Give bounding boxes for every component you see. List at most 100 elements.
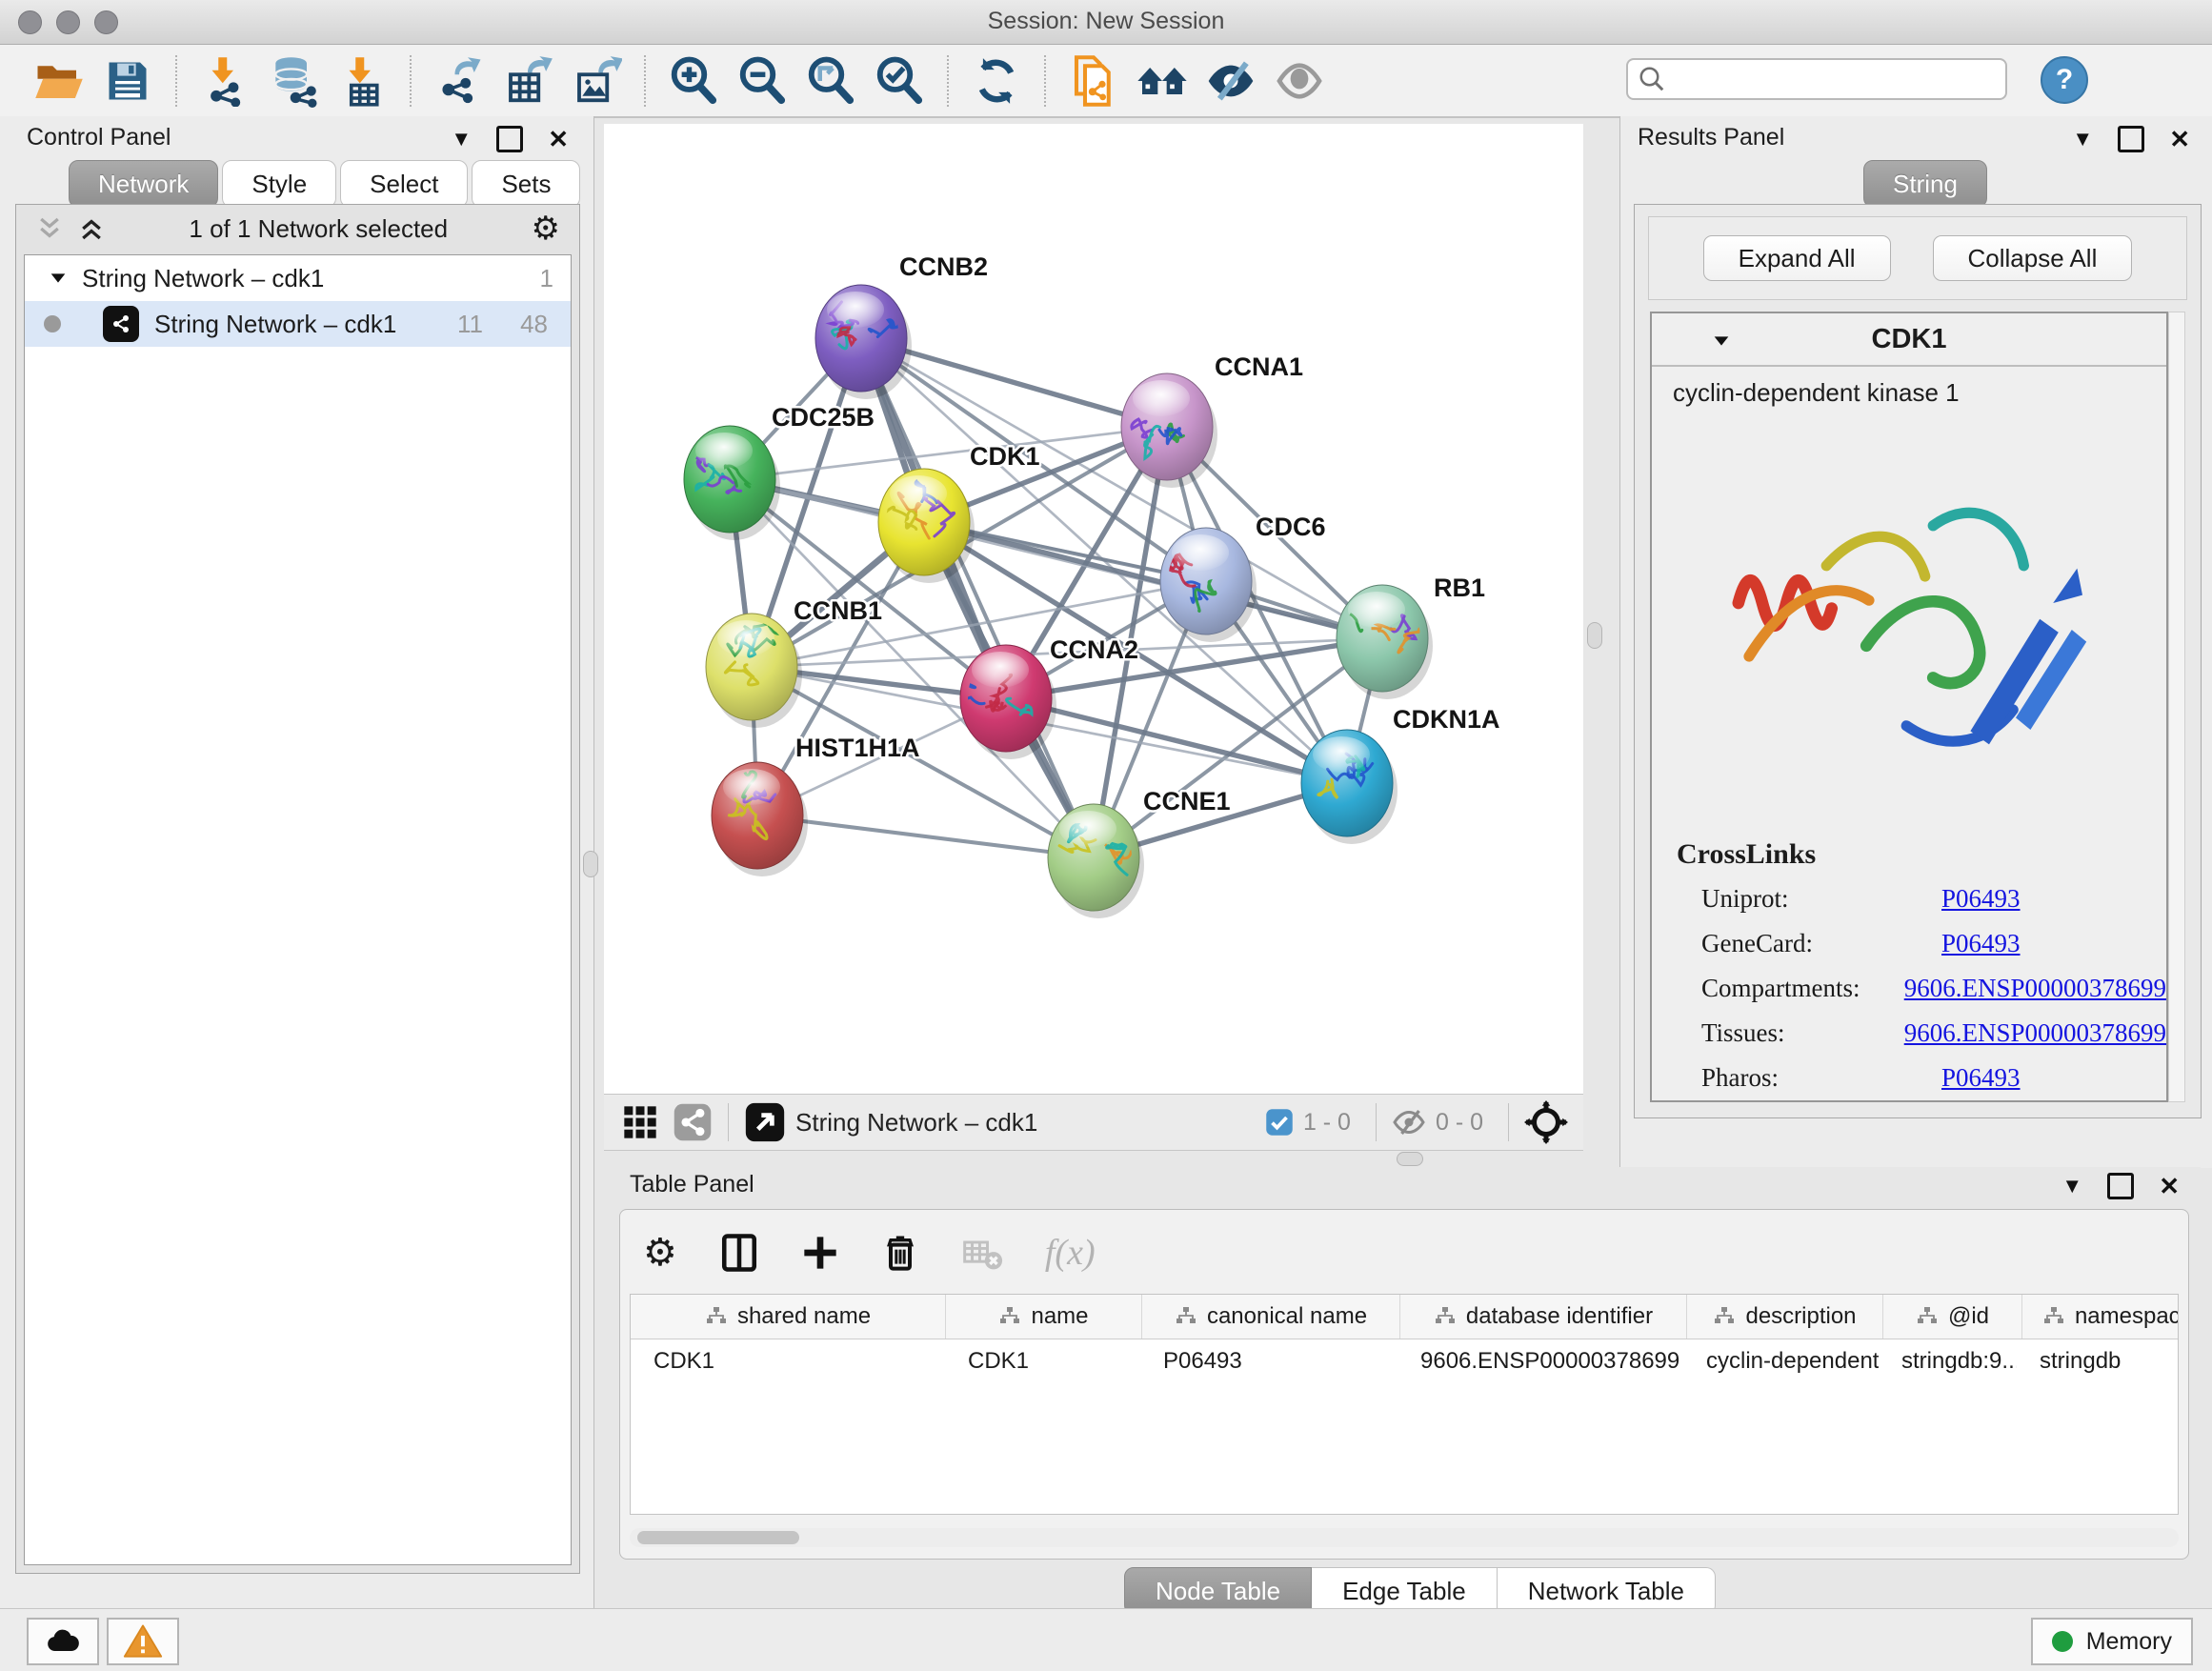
pan-crosshair-icon[interactable] — [1524, 1100, 1568, 1144]
collapse-all-button[interactable]: Collapse All — [1933, 235, 2133, 281]
node-label-cdkn1a: CDKN1A — [1393, 705, 1500, 734]
toolbar-separator — [1044, 55, 1046, 107]
node-cdkn1a[interactable]: CDKN1A — [1301, 705, 1500, 844]
zoom-out-button[interactable] — [734, 53, 790, 109]
results-panel-title: Results Panel — [1638, 124, 1784, 151]
column-type-icon — [1713, 1305, 1736, 1328]
cell-canonical-name: P06493 — [1140, 1339, 1398, 1383]
save-session-button[interactable] — [100, 53, 155, 109]
scrollbar-thumb[interactable] — [637, 1531, 799, 1544]
results-scrollbar[interactable] — [2168, 312, 2185, 1102]
collapse-all-icon[interactable] — [35, 214, 64, 243]
panel-menu-icon[interactable]: ▼ — [451, 129, 472, 150]
cell-shared-name: CDK1 — [631, 1339, 945, 1383]
cloud-status-button[interactable] — [27, 1618, 99, 1665]
selected-checkbox-icon[interactable] — [1265, 1108, 1294, 1137]
export-network-button[interactable] — [432, 53, 487, 109]
crosslink-tissues-link[interactable]: 9606.ENSP00000378699 — [1904, 1018, 2166, 1048]
hide-selected-button[interactable] — [1203, 53, 1258, 109]
zoom-fit-button[interactable] — [803, 53, 858, 109]
edge-ccnb2-ccne1[interactable] — [861, 338, 1094, 857]
column-header-canonical-name[interactable]: canonical name — [1142, 1295, 1400, 1339]
horizontal-splitter-handle[interactable] — [1397, 1152, 1423, 1166]
tab-network[interactable]: Network — [69, 160, 218, 208]
memory-button[interactable]: Memory — [2031, 1618, 2193, 1665]
help-button[interactable]: ? — [2041, 56, 2088, 104]
node-ccne1[interactable]: CCNE1 — [1048, 787, 1231, 918]
network-row[interactable]: String Network – cdk1 11 48 — [25, 301, 571, 347]
import-database-button[interactable] — [266, 53, 321, 109]
import-network-button[interactable] — [197, 53, 252, 109]
node-hist1h1a[interactable]: HIST1H1A — [712, 734, 920, 876]
detach-view-icon[interactable] — [744, 1101, 786, 1143]
float-panel-icon[interactable] — [2107, 1173, 2134, 1199]
grid-view-icon[interactable] — [621, 1103, 659, 1141]
network-collection-row[interactable]: String Network – cdk1 1 — [25, 255, 571, 301]
toolbar-separator — [1376, 1103, 1377, 1141]
node-cdc6[interactable]: CDC6 — [1160, 513, 1326, 642]
zoom-in-button[interactable] — [666, 53, 721, 109]
tree-expander-icon[interactable] — [48, 268, 69, 289]
share-view-icon[interactable] — [673, 1102, 713, 1142]
crosslink-pharos-link[interactable]: P06493 — [1941, 1063, 2021, 1093]
node-table[interactable]: shared namenamecanonical namedatabase id… — [630, 1294, 2179, 1515]
show-columns-icon[interactable] — [719, 1233, 759, 1273]
duplicate-network-button[interactable] — [1066, 53, 1121, 109]
column-header-id[interactable]: @id — [1883, 1295, 2022, 1339]
crosslink-compartments-link[interactable]: 9606.ENSP00000378699 — [1904, 974, 2166, 1003]
expand-all-icon[interactable] — [77, 214, 106, 243]
export-image-button[interactable] — [569, 53, 624, 109]
table-horizontal-scrollbar[interactable] — [630, 1528, 2179, 1547]
open-session-button[interactable] — [31, 53, 87, 109]
table-row[interactable]: CDK1CDK1P064939606.ENSP00000378699cyclin… — [631, 1339, 2178, 1383]
panel-menu-icon[interactable]: ▼ — [2061, 1176, 2082, 1197]
zoom-selected-button[interactable] — [872, 53, 927, 109]
node-ccnb2[interactable]: CCNB2 — [815, 252, 988, 399]
close-panel-icon[interactable]: ✕ — [2159, 1174, 2180, 1198]
duplicate-network-icon — [1068, 55, 1119, 107]
column-header-shared-name[interactable]: shared name — [631, 1295, 946, 1339]
export-table-button[interactable] — [500, 53, 555, 109]
first-neighbors-button[interactable] — [1135, 53, 1190, 109]
column-header-namespace[interactable]: namespace — [2022, 1295, 2179, 1339]
node-name: CDK1 — [1872, 324, 1947, 355]
node-description: cyclin-dependent kinase 1 — [1652, 367, 2166, 408]
column-header-name[interactable]: name — [946, 1295, 1142, 1339]
close-panel-icon[interactable]: ✕ — [2169, 127, 2190, 151]
float-panel-icon[interactable] — [496, 126, 523, 152]
vertical-splitter-handle[interactable] — [583, 851, 598, 877]
expand-all-button[interactable]: Expand All — [1703, 235, 1891, 281]
collapse-section-icon[interactable] — [1711, 331, 1732, 352]
show-all-button[interactable] — [1272, 53, 1327, 109]
table-settings-gear-icon[interactable]: ⚙ — [643, 1231, 677, 1275]
tab-string[interactable]: String — [1863, 160, 1987, 208]
network-canvas[interactable]: CCNB2CCNA1CDC25BCDK1CDC6RB1CCNB1CCNA2CDK… — [604, 124, 1583, 1094]
column-header-description[interactable]: description — [1687, 1295, 1883, 1339]
import-table-button[interactable] — [334, 53, 390, 109]
gear-icon[interactable]: ⚙ — [532, 210, 560, 248]
vertical-splitter-handle[interactable] — [1587, 622, 1602, 649]
node-ccna1[interactable]: CCNA1 — [1121, 352, 1303, 488]
expand-collapse-bar: Expand All Collapse All — [1648, 216, 2187, 300]
node-rb1[interactable]: RB1 — [1322, 574, 1485, 699]
crosslink-uniprot-link[interactable]: P06493 — [1941, 884, 2021, 914]
network-selection-status: 1 of 1 Network selected — [106, 214, 532, 244]
tab-style[interactable]: Style — [222, 160, 336, 208]
cell-name: CDK1 — [945, 1339, 1140, 1383]
column-header-database-identifier[interactable]: database identifier — [1400, 1295, 1687, 1339]
main-toolbar: ? — [0, 45, 2212, 118]
tab-select[interactable]: Select — [340, 160, 468, 208]
selected-counts: 1 - 0 — [1303, 1109, 1351, 1137]
add-column-icon[interactable] — [801, 1234, 839, 1272]
close-panel-icon[interactable]: ✕ — [548, 127, 569, 151]
toolbar-separator — [644, 55, 646, 107]
cell-id: stringdb:9... — [1879, 1339, 2017, 1383]
crosslink-genecard-link[interactable]: P06493 — [1941, 929, 2021, 958]
panel-menu-icon[interactable]: ▼ — [2072, 129, 2093, 150]
float-panel-icon[interactable] — [2118, 126, 2144, 152]
refresh-button[interactable] — [969, 53, 1024, 109]
warnings-button[interactable] — [107, 1618, 179, 1665]
tab-sets[interactable]: Sets — [472, 160, 580, 208]
search-input[interactable] — [1626, 58, 2007, 100]
delete-column-icon[interactable] — [881, 1234, 919, 1272]
